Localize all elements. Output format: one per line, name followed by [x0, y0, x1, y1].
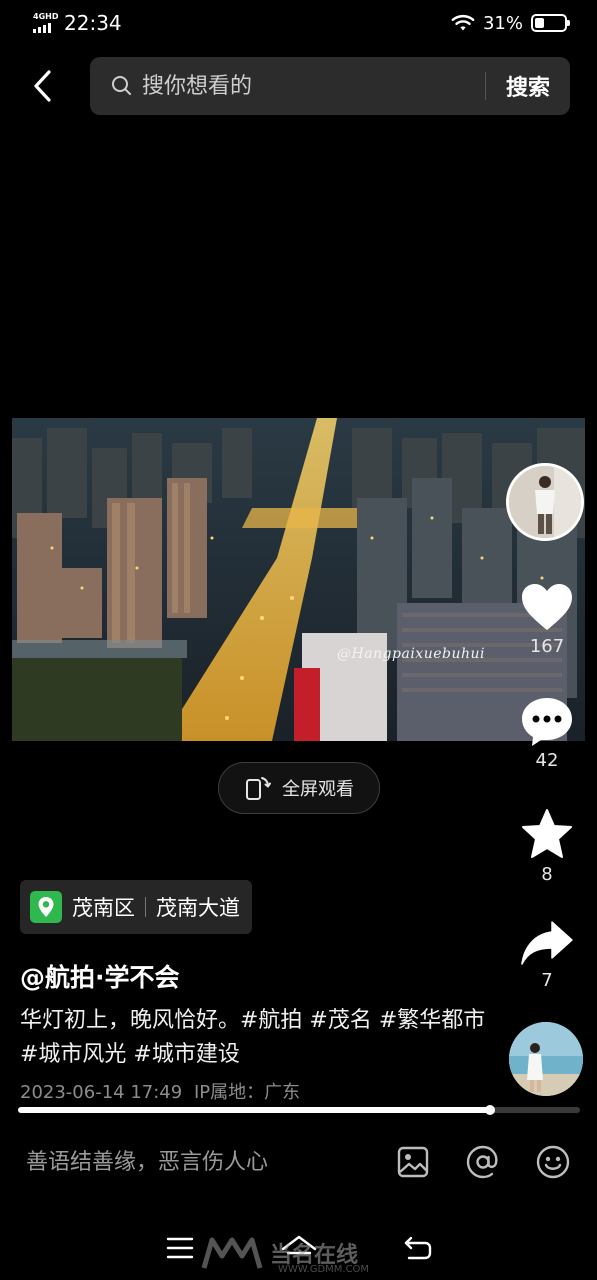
rotate-screen-icon	[246, 777, 271, 800]
location-district: 茂南区	[72, 896, 135, 920]
menu-button[interactable]	[160, 1228, 200, 1268]
video-frame	[12, 418, 585, 741]
battery-percentage: 31%	[482, 12, 523, 34]
comment-input[interactable]	[26, 1149, 366, 1175]
back-button[interactable]	[22, 64, 62, 108]
share-arrow-icon	[521, 921, 573, 965]
search-icon	[110, 73, 136, 99]
network-type: 4GHD	[33, 12, 59, 21]
image-icon[interactable]	[395, 1144, 431, 1180]
chevron-left-icon	[34, 70, 51, 102]
search-input[interactable]	[142, 73, 442, 99]
clock: 22:34	[64, 11, 122, 35]
status-bar: 4GHD 22:34 31%	[0, 0, 597, 46]
video-progress-handle[interactable]	[485, 1105, 496, 1115]
comment-action[interactable]: 42	[512, 696, 582, 771]
favorite-action[interactable]: 8	[512, 808, 582, 885]
share-action[interactable]: 7	[512, 920, 582, 991]
site-watermark-url: WWW.GDMM.COM	[278, 1264, 370, 1275]
mention-icon[interactable]	[465, 1144, 501, 1180]
site-logo-icon	[201, 1237, 263, 1269]
comment-bar	[0, 1130, 597, 1194]
menu-icon	[166, 1237, 193, 1258]
wifi-icon	[451, 15, 475, 31]
post-description: 华灯初上，晚风恰好。#航拍 #茂名 #繁华都市 #城市风光 #城市建设	[20, 1008, 486, 1067]
emoji-icon[interactable]	[535, 1144, 571, 1180]
star-icon	[522, 809, 572, 858]
location-tag[interactable]: 茂南区 茂南大道	[20, 880, 252, 934]
battery-icon	[531, 14, 570, 32]
cellular-signal-icon: 4GHD	[32, 12, 58, 34]
post-datetime: 2023-06-14 17:49	[20, 1082, 183, 1103]
video-player[interactable]: @Hangpaixuebuhui	[12, 418, 585, 741]
search-divider	[484, 72, 486, 100]
search-bar[interactable]: 搜索	[90, 57, 570, 115]
like-count: 167	[529, 636, 565, 657]
location-pin-icon	[30, 891, 62, 923]
search-button[interactable]: 搜索	[506, 70, 550, 102]
comment-count: 42	[535, 750, 559, 771]
avatar-image	[509, 466, 581, 538]
comment-bubble-icon	[522, 698, 572, 746]
system-back-button[interactable]	[398, 1228, 438, 1268]
location-separator	[145, 897, 146, 917]
video-watermark: @Hangpaixuebuhui	[336, 646, 485, 662]
heart-icon	[522, 584, 572, 630]
share-count: 7	[541, 970, 553, 991]
fullscreen-label: 全屏观看	[282, 779, 354, 800]
author-avatar[interactable]	[506, 463, 584, 541]
user-avatar[interactable]	[509, 1022, 583, 1096]
return-icon	[404, 1236, 431, 1259]
video-progress-fill	[18, 1107, 491, 1113]
location-road: 茂南大道	[156, 896, 240, 920]
post-meta: 2023-06-14 17:49 IP属地：广东	[20, 1078, 300, 1104]
like-action[interactable]: 167	[512, 582, 582, 657]
fullscreen-button[interactable]: 全屏观看	[218, 762, 380, 814]
video-progress-bar[interactable]	[18, 1105, 580, 1115]
user-avatar-image	[509, 1022, 583, 1096]
author-name[interactable]: @航拍·学不会	[20, 958, 180, 994]
favorite-count: 8	[541, 864, 553, 885]
site-watermark: 当名在线 WWW.GDMM.COM	[200, 1236, 369, 1275]
post-ip-location: IP属地：广东	[193, 1082, 301, 1103]
